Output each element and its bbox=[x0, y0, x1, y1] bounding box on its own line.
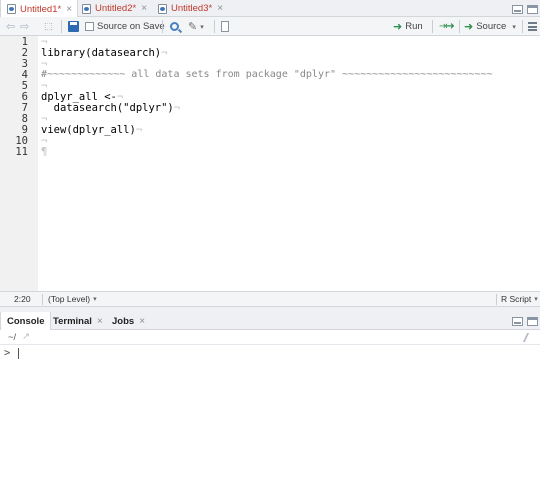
find-replace-button[interactable] bbox=[170, 20, 179, 33]
forward-arrow-icon[interactable]: ⇨ bbox=[20, 20, 29, 33]
go-to-directory-icon[interactable]: ↗ bbox=[22, 331, 30, 342]
close-icon[interactable]: × bbox=[66, 4, 72, 15]
filetype-label: R Script bbox=[501, 294, 532, 304]
r-document-icon bbox=[82, 3, 91, 14]
console-path-bar: ~/ ↗ bbox=[0, 330, 540, 345]
tab-label: Terminal bbox=[53, 315, 92, 327]
line-number-gutter: 1 2 3 4 5 6 7 8 9 10 11 bbox=[0, 36, 38, 291]
tab-label: Untitled2* bbox=[95, 3, 137, 14]
r-document-icon bbox=[158, 3, 167, 14]
tab-label: Console bbox=[7, 316, 45, 327]
whitespace-marker: ¬ bbox=[161, 47, 168, 59]
checkbox-icon bbox=[85, 22, 94, 31]
minimize-pane-icon[interactable] bbox=[512, 5, 523, 14]
r-document-icon bbox=[7, 4, 16, 14]
show-in-window-icon[interactable]: ⬚ bbox=[44, 20, 53, 33]
chevron-down-icon: ▾ bbox=[512, 23, 516, 31]
magic-wand-icon: ✎ bbox=[188, 21, 198, 33]
tab-untitled1[interactable]: Untitled1* × bbox=[0, 0, 79, 18]
maximize-pane-icon[interactable] bbox=[527, 317, 538, 326]
toolbar-divider bbox=[522, 20, 523, 33]
rerun-button[interactable]: ⇥➜ bbox=[439, 20, 455, 33]
console-prompt: > bbox=[4, 347, 11, 359]
tab-label: Untitled1* bbox=[20, 3, 62, 15]
maximize-pane-icon[interactable] bbox=[527, 5, 538, 14]
scope-selector[interactable]: (Top Level) ▾ bbox=[48, 294, 97, 304]
toolbar-divider bbox=[432, 20, 433, 33]
scope-label: (Top Level) bbox=[48, 294, 91, 304]
minimize-pane-icon[interactable] bbox=[512, 317, 523, 326]
save-button[interactable] bbox=[68, 20, 79, 33]
close-icon[interactable]: × bbox=[217, 3, 223, 14]
source-on-save-checkbox[interactable]: Source on Save bbox=[85, 20, 165, 33]
line-number: 11 bbox=[15, 146, 28, 158]
comment-line: #~~~~~~~~~~~~~ all data sets from packag… bbox=[41, 69, 493, 80]
close-icon[interactable]: × bbox=[97, 316, 103, 327]
toolbar-divider bbox=[162, 20, 163, 33]
run-arrow-icon: ➜ bbox=[393, 21, 403, 33]
status-divider bbox=[496, 294, 497, 305]
working-directory: ~/ bbox=[8, 332, 17, 343]
tab-terminal[interactable]: Terminal × bbox=[47, 312, 109, 330]
editor-toolbar: ⇦ ⇨ ⬚ Source on Save ✎ ▾ ➜ Run ⇥➜ ➜ Sour… bbox=[0, 17, 540, 36]
code-tools-button[interactable]: ✎ ▾ bbox=[188, 20, 204, 33]
tab-label: Jobs bbox=[112, 315, 135, 327]
search-icon bbox=[170, 22, 179, 31]
close-icon[interactable]: × bbox=[141, 3, 147, 14]
back-arrow-icon[interactable]: ⇦ bbox=[6, 20, 15, 33]
status-divider bbox=[42, 294, 43, 305]
code-line: datasearch("dplyr")¬ bbox=[41, 102, 181, 114]
console-tab-bar: Console Terminal × Jobs × bbox=[0, 312, 540, 331]
code-line: ¶ bbox=[41, 146, 47, 158]
source-label: Source bbox=[476, 21, 507, 32]
compile-report-button[interactable] bbox=[221, 20, 229, 33]
source-button[interactable]: ➜ Source ▾ bbox=[464, 20, 516, 33]
chevron-down-icon: ▾ bbox=[93, 296, 97, 303]
outline-icon bbox=[528, 22, 537, 31]
clear-console-icon[interactable] bbox=[522, 333, 537, 342]
code-line: library(datasearch)¬ bbox=[41, 47, 168, 59]
source-on-save-label: Source on Save bbox=[97, 21, 165, 32]
tab-jobs[interactable]: Jobs × bbox=[106, 312, 151, 330]
document-outline-button[interactable] bbox=[528, 20, 537, 33]
code-editor[interactable]: 1 2 3 4 5 6 7 8 9 10 11 ¬ library(datase… bbox=[0, 36, 540, 291]
toolbar-divider bbox=[459, 20, 460, 33]
toolbar-divider bbox=[214, 20, 215, 33]
run-button[interactable]: ➜ Run bbox=[393, 20, 423, 33]
source-arrow-icon: ➜ bbox=[464, 21, 474, 33]
whitespace-marker: ¶ bbox=[41, 146, 48, 158]
save-icon bbox=[68, 21, 79, 32]
whitespace-marker: ¬ bbox=[135, 124, 143, 136]
tab-label: Untitled3* bbox=[171, 3, 213, 14]
toolbar-divider bbox=[61, 20, 62, 33]
filetype-selector[interactable]: R Script ▾ bbox=[501, 294, 538, 304]
text-cursor bbox=[18, 348, 19, 359]
code-line: view(dplyr_all)¬ bbox=[41, 124, 143, 136]
cursor-position: 2:20 bbox=[14, 294, 31, 304]
console-output[interactable]: > bbox=[0, 345, 540, 497]
editor-status-bar: 2:20 (Top Level) ▾ R Script ▾ bbox=[0, 291, 540, 307]
chevron-down-icon: ▾ bbox=[200, 23, 204, 31]
close-icon[interactable]: × bbox=[139, 316, 145, 327]
notebook-icon bbox=[221, 21, 229, 32]
tab-console[interactable]: Console bbox=[0, 312, 52, 331]
editor-tab-bar: Untitled1* × Untitled2* × Untitled3* × bbox=[0, 0, 540, 18]
tab-untitled3[interactable]: Untitled3* × bbox=[152, 0, 228, 17]
chevron-down-icon: ▾ bbox=[534, 296, 538, 303]
tab-untitled2[interactable]: Untitled2* × bbox=[76, 0, 152, 17]
whitespace-marker: ¬ bbox=[173, 102, 181, 114]
run-label: Run bbox=[405, 21, 423, 32]
